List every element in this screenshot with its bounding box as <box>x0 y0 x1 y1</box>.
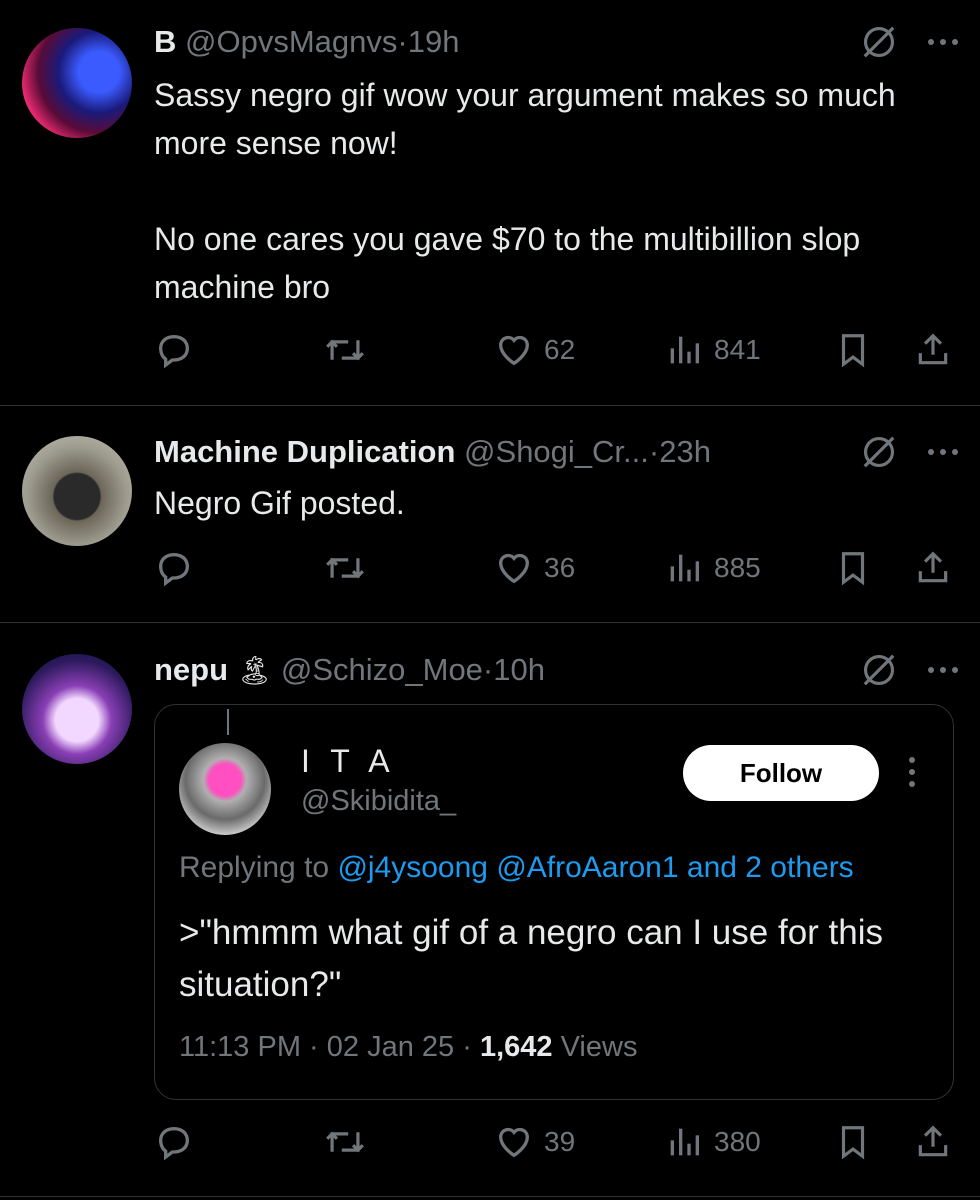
share-icon <box>914 1122 952 1162</box>
thread-line <box>227 709 229 735</box>
divider <box>0 1196 980 1197</box>
quoted-handle[interactable]: @Skibidita_ <box>301 785 456 818</box>
quoted-tweet-card[interactable]: I T A @Skibidita_ Follow Replying to @j4… <box>154 704 954 1100</box>
like-count: 39 <box>544 1126 576 1157</box>
views-button[interactable]: 380 <box>664 1122 761 1162</box>
reply-icon <box>154 548 194 588</box>
reply-icon <box>154 330 194 370</box>
mention-link[interactable]: @AfroAaron1 <box>496 851 678 884</box>
bookmark-icon <box>834 548 872 588</box>
replying-to: Replying to @j4ysoong @AfroAaron1 and 2 … <box>179 851 854 885</box>
like-button[interactable]: 39 <box>494 1122 575 1162</box>
replying-prefix: Replying to <box>179 851 330 884</box>
avatar[interactable] <box>22 654 132 764</box>
handle[interactable]: @Schizo_Moe <box>281 652 483 687</box>
quoted-avatar[interactable] <box>179 743 271 835</box>
bookmark-icon <box>834 1122 872 1162</box>
bookmark-button[interactable] <box>834 330 872 370</box>
retweet-icon <box>324 330 366 370</box>
reply-button[interactable] <box>154 1122 194 1162</box>
separator: · <box>462 1031 472 1063</box>
more-icon[interactable] <box>926 665 960 675</box>
display-name[interactable]: B <box>154 24 176 59</box>
tweet-text: Sassy negro gif wow your argument makes … <box>154 77 896 305</box>
heart-icon <box>494 548 534 588</box>
handle[interactable]: @OpvsMagnvs <box>185 24 397 59</box>
more-icon[interactable] <box>926 447 960 457</box>
separator: · <box>397 24 408 59</box>
retweet-button[interactable] <box>324 330 366 370</box>
quoted-display-name[interactable]: I T A <box>301 743 396 780</box>
tweet-actions: 36 885 <box>154 548 954 588</box>
timestamp[interactable]: 10h <box>493 652 545 687</box>
views-button[interactable]: 841 <box>664 330 761 370</box>
like-count: 62 <box>544 334 576 365</box>
grok-icon[interactable] <box>860 433 898 471</box>
share-button[interactable] <box>914 548 952 588</box>
handle[interactable]: @Shogi_Cr... <box>464 434 649 469</box>
views-button[interactable]: 885 <box>664 548 761 588</box>
grok-icon[interactable] <box>860 651 898 689</box>
quoted-date[interactable]: 02 Jan 25 <box>327 1031 454 1063</box>
tweet-text: Negro Gif posted. <box>154 485 405 521</box>
heart-icon <box>494 330 534 370</box>
bookmark-button[interactable] <box>834 548 872 588</box>
retweet-button[interactable] <box>324 548 366 588</box>
share-icon <box>914 330 952 370</box>
views-icon <box>664 1122 704 1162</box>
mention-link[interactable]: @j4ysoong <box>337 851 488 884</box>
tweet-actions: 39 380 <box>154 1122 954 1162</box>
views-icon <box>664 330 704 370</box>
follow-button[interactable]: Follow <box>683 745 879 801</box>
tweet-header: Machine Duplication @Shogi_Cr...·23h <box>154 432 960 472</box>
views-icon <box>664 548 704 588</box>
tweet-2[interactable]: Machine Duplication @Shogi_Cr...·23h Neg… <box>0 406 980 622</box>
like-button[interactable]: 36 <box>494 548 575 588</box>
divider <box>0 622 980 623</box>
avatar[interactable] <box>22 28 132 138</box>
quoted-views-label: Views <box>560 1031 638 1063</box>
display-name[interactable]: nepu <box>154 652 228 687</box>
more-icon[interactable] <box>926 37 960 47</box>
retweet-icon <box>324 1122 366 1162</box>
avatar[interactable] <box>22 436 132 546</box>
heart-icon <box>494 1122 534 1162</box>
tweet-1[interactable]: B @OpvsMagnvs·19h Sassy negro gif wow yo… <box>0 0 980 405</box>
separator: · <box>482 652 494 687</box>
like-button[interactable]: 62 <box>494 330 575 370</box>
views-count: 885 <box>714 552 761 583</box>
separator: · <box>309 1031 319 1063</box>
timestamp[interactable]: 19h <box>408 24 460 59</box>
quoted-meta: 11:13 PM · 02 Jan 25 · 1,642 Views <box>179 1031 637 1064</box>
share-button[interactable] <box>914 330 952 370</box>
tweet-header: nepu 🏝 @Schizo_Moe·10h <box>154 650 960 690</box>
views-count: 841 <box>714 334 761 365</box>
display-name[interactable]: Machine Duplication <box>154 434 455 469</box>
share-button[interactable] <box>914 1122 952 1162</box>
quoted-views-count: 1,642 <box>479 1031 553 1063</box>
vertical-more-icon[interactable] <box>907 755 917 794</box>
timestamp[interactable]: 23h <box>659 434 711 469</box>
retweet-button[interactable] <box>324 1122 366 1162</box>
like-count: 36 <box>544 552 576 583</box>
tweet-actions: 62 841 <box>154 330 954 370</box>
views-count: 380 <box>714 1126 761 1157</box>
separator: · <box>648 434 660 469</box>
reply-button[interactable] <box>154 548 194 588</box>
others-link[interactable]: and 2 others <box>687 851 854 884</box>
name-emoji: 🏝 <box>236 654 273 687</box>
reply-icon <box>154 1122 194 1162</box>
bookmark-icon <box>834 330 872 370</box>
reply-button[interactable] <box>154 330 194 370</box>
grok-icon[interactable] <box>860 23 898 61</box>
quoted-time[interactable]: 11:13 PM <box>179 1031 301 1063</box>
share-icon <box>914 548 952 588</box>
retweet-icon <box>324 548 366 588</box>
tweet-header: B @OpvsMagnvs·19h <box>154 22 960 62</box>
quoted-text: >"hmmm what gif of a negro can I use for… <box>179 913 883 1004</box>
bookmark-button[interactable] <box>834 1122 872 1162</box>
